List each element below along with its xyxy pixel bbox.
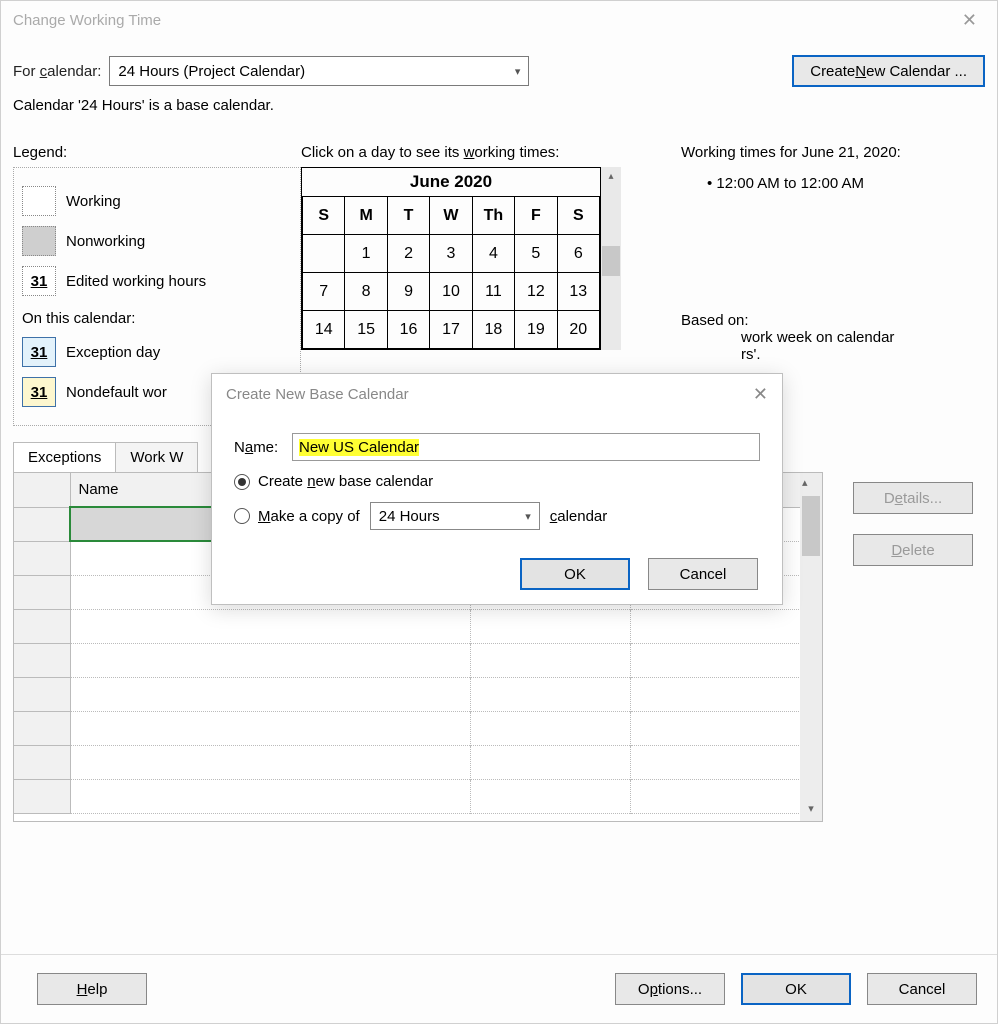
- legend-nondefault: Nondefault wor: [66, 384, 167, 401]
- tab-work-weeks[interactable]: Work W: [115, 442, 198, 472]
- radio-make-copy[interactable]: [234, 508, 250, 524]
- calendar-scrollbar[interactable]: ▴: [601, 167, 621, 350]
- scroll-down-icon[interactable]: ▾: [808, 796, 814, 821]
- scroll-thumb[interactable]: [602, 246, 620, 276]
- scroll-thumb[interactable]: [802, 496, 820, 556]
- grid-corner: [14, 473, 70, 507]
- legend-exception: Exception day: [66, 344, 160, 361]
- legend-working: Working: [66, 193, 121, 210]
- name-input[interactable]: New US Calendar: [292, 433, 760, 461]
- legend-edited: Edited working hours: [66, 273, 206, 290]
- calendar-word: calendar: [550, 508, 608, 525]
- based-on-label: Based on:: [681, 312, 985, 329]
- mini-calendar[interactable]: June 2020 S M T W Th F S: [301, 167, 601, 350]
- modal-ok-button[interactable]: OK: [520, 558, 630, 590]
- based-on-text-1: work week on calendar: [741, 329, 894, 346]
- legend-swatch-nondefault: 31: [22, 377, 56, 407]
- scroll-up-icon[interactable]: ▴: [608, 167, 613, 186]
- calendar-click-label: Click on a day to see its working times:: [301, 144, 651, 161]
- cancel-button[interactable]: Cancel: [867, 973, 977, 1005]
- dialog-title: Change Working Time: [13, 12, 161, 29]
- dialog-footer: Help Options... OK Cancel: [1, 954, 997, 1023]
- for-calendar-value: 24 Hours (Project Calendar): [118, 63, 305, 80]
- for-calendar-label: For calendar:: [13, 63, 101, 80]
- modal-cancel-button[interactable]: Cancel: [648, 558, 758, 590]
- titlebar: Change Working Time ✕: [1, 1, 997, 39]
- calendar-table: S M T W Th F S 1 2: [302, 196, 600, 349]
- legend-swatch-exception: 31: [22, 337, 56, 367]
- radio-make-copy-label: Make a copy of: [258, 508, 360, 525]
- legend-nonworking: Nonworking: [66, 233, 145, 250]
- scroll-up-icon[interactable]: ▴: [802, 471, 808, 495]
- create-new-calendar-button[interactable]: Create New Calendar ...: [792, 55, 985, 87]
- modal-name-label: Name:: [234, 439, 292, 456]
- details-button[interactable]: Details...: [853, 482, 973, 514]
- grid-scrollbar[interactable]: ▴ ▾: [800, 473, 822, 821]
- legend-title: Legend:: [13, 144, 301, 161]
- legend-swatch-working: [22, 186, 56, 216]
- name-input-value: New US Calendar: [299, 439, 419, 456]
- close-icon[interactable]: ✕: [753, 384, 768, 405]
- help-button[interactable]: Help: [37, 973, 147, 1005]
- working-times-title: Working times for June 21, 2020:: [681, 144, 985, 161]
- delete-button[interactable]: Delete: [853, 534, 973, 566]
- calendar-month: June 2020: [302, 168, 600, 196]
- based-on-text-2: rs'.: [741, 346, 761, 363]
- ok-button[interactable]: OK: [741, 973, 851, 1005]
- create-base-calendar-dialog: Create New Base Calendar ✕ Name: New US …: [211, 373, 783, 605]
- radio-create-new[interactable]: [234, 474, 250, 490]
- chevron-down-icon: ▾: [525, 510, 531, 523]
- tab-exceptions[interactable]: Exceptions: [13, 442, 116, 472]
- calendar-hint: Calendar '24 Hours' is a base calendar.: [13, 97, 985, 114]
- legend-swatch-edited: 31: [22, 266, 56, 296]
- for-calendar-dropdown[interactable]: 24 Hours (Project Calendar) ▾: [109, 56, 529, 86]
- radio-create-new-label: Create new base calendar: [258, 473, 433, 490]
- options-button[interactable]: Options...: [615, 973, 725, 1005]
- chevron-down-icon: ▾: [515, 65, 521, 78]
- change-working-time-dialog: Change Working Time ✕ For calendar: 24 H…: [0, 0, 998, 1024]
- modal-title: Create New Base Calendar: [226, 386, 409, 403]
- copy-source-dropdown[interactable]: 24 Hours ▾: [370, 502, 540, 530]
- close-icon[interactable]: ✕: [954, 6, 985, 35]
- legend-sub: On this calendar:: [22, 310, 292, 327]
- legend-swatch-nonworking: [22, 226, 56, 256]
- working-times-value: • 12:00 AM to 12:00 AM: [707, 175, 985, 192]
